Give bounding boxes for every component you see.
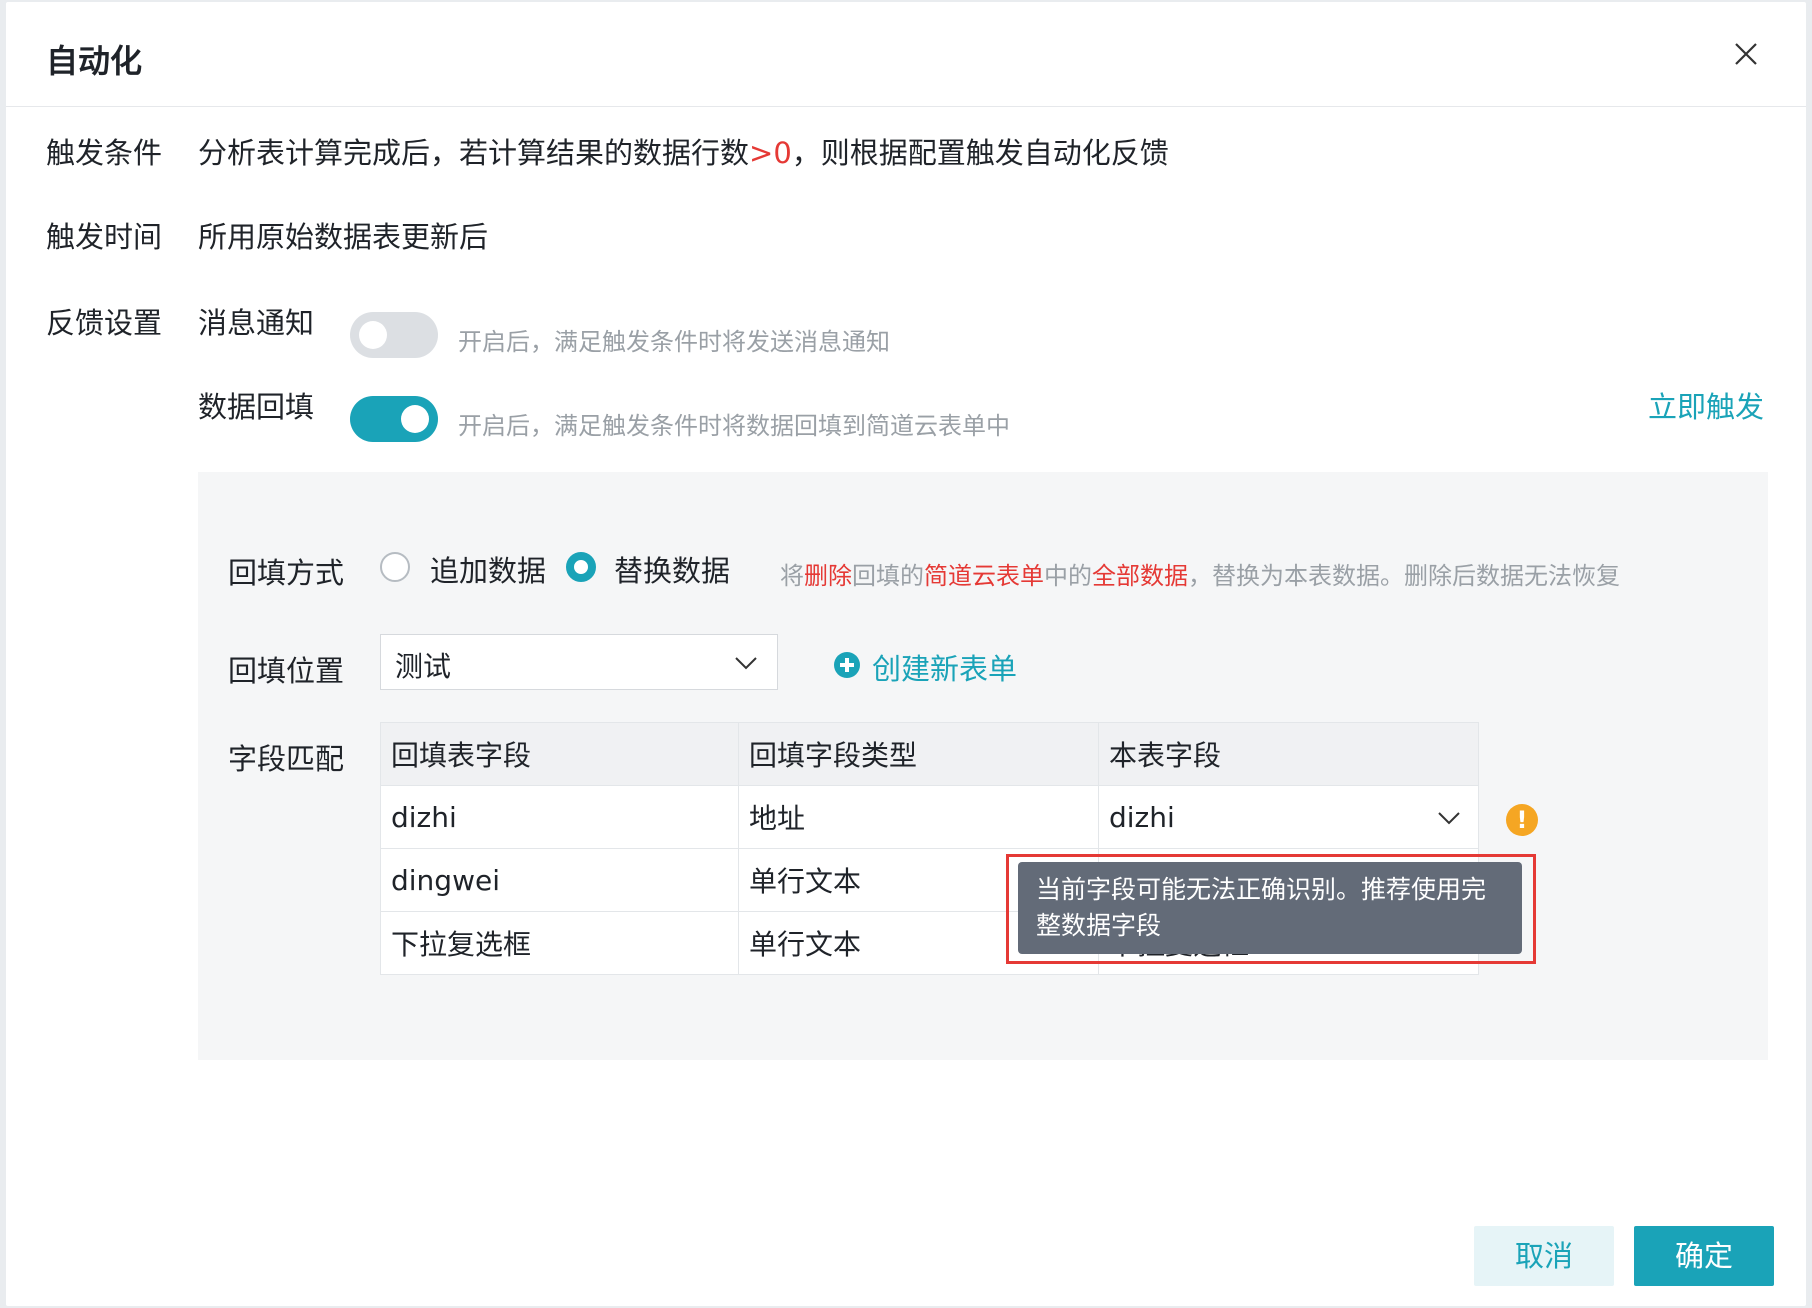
trigger-time-value: 所用原始数据表更新后 [198,220,489,254]
toggle-knob [359,321,387,349]
target-type-cell: 地址 [738,785,1099,849]
warning-part: 回填的 [852,562,924,590]
trigger-condition-before: 分析表计算完成后，若计算结果的数据行数 [198,136,750,170]
chevron-down-icon [1438,812,1460,825]
source-field-value: dizhi [1109,800,1175,834]
trigger-now-link[interactable]: 立即触发 [1648,384,1764,426]
backfill-toggle[interactable] [350,396,438,442]
replace-label[interactable]: 替换数据 [614,548,730,590]
backfill-mode-label: 回填方式 [228,556,345,590]
dialog-title: 自动化 [46,42,143,80]
selected-form: 测试 [395,650,452,683]
replace-warning: 将删除回填的简道云表单中的全部数据，替换为本表数据。删除后数据无法恢复 [780,556,1620,591]
warning-icon[interactable]: ! [1506,804,1538,836]
warning-delete: 删除 [804,562,852,590]
trigger-condition-highlight: >0 [749,136,792,170]
notify-hint: 开启后，满足触发条件时将发送消息通知 [458,328,890,356]
table-header-row: 回填表字段 回填字段类型 本表字段 [380,722,1479,786]
trigger-time-label: 触发时间 [46,220,163,254]
warning-all-data: 全部数据 [1092,562,1188,590]
feedback-settings-label: 反馈设置 [46,306,163,340]
toggle-knob [401,405,429,433]
warning-part: 中的 [1044,562,1092,590]
cancel-button[interactable]: 取消 [1474,1226,1614,1286]
radio-replace[interactable] [566,552,596,582]
backfill-hint: 开启后，满足触发条件时将数据回填到简道云表单中 [458,412,1010,440]
trigger-condition-text: 分析表计算完成后，若计算结果的数据行数>0，则根据配置触发自动化反馈 [198,130,1169,172]
radio-append[interactable] [380,552,410,582]
backfill-location-select[interactable]: 测试 [380,634,778,690]
target-field-cell: 下拉复选框 [380,911,739,975]
notify-label: 消息通知 [198,306,315,340]
dialog-header: 自动化 [6,2,1806,107]
automation-dialog: 自动化 触发条件 分析表计算完成后，若计算结果的数据行数>0，则根据配置触发自动… [6,2,1806,1306]
create-new-form-link[interactable]: 创建新表单 [872,646,1017,688]
backfill-location-label: 回填位置 [228,654,345,688]
plus-circle-icon[interactable] [834,652,860,678]
trigger-condition-after: ，则根据配置触发自动化反馈 [791,136,1169,170]
field-mapping-label: 字段匹配 [228,742,345,776]
warning-form: 简道云表单 [924,562,1044,590]
notify-toggle[interactable] [350,312,438,358]
source-field-select[interactable]: dizhi [1098,785,1479,849]
target-field-cell: dizhi [380,785,739,849]
confirm-button[interactable]: 确定 [1634,1226,1774,1286]
warning-part: ，替换为本表数据。删除后数据无法恢复 [1188,562,1620,590]
trigger-condition-label: 触发条件 [46,136,163,170]
close-icon[interactable] [1730,38,1762,70]
table-row: dizhi 地址 dizhi [380,785,1479,849]
field-warning-tooltip: 当前字段可能无法正确识别。推荐使用完整数据字段 [1018,862,1522,954]
target-field-cell: dingwei [380,848,739,912]
append-label[interactable]: 追加数据 [430,548,546,590]
backfill-label: 数据回填 [198,390,315,424]
warning-part: 将 [780,562,804,590]
chevron-down-icon [735,657,757,670]
header-target-field: 回填表字段 [380,722,739,786]
header-source-field: 本表字段 [1098,722,1479,786]
header-target-type: 回填字段类型 [738,722,1099,786]
